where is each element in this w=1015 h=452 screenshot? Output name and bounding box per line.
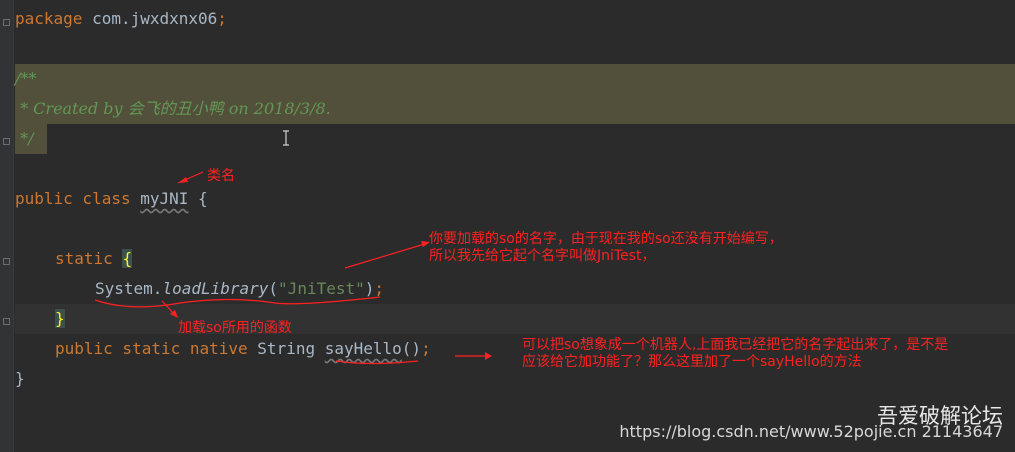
annotation-marks: [94, 171, 492, 365]
annotation-robot: 可以把so想象成一个机器人,上面我已经把它的名字起出来了，是不是 应该给它加功能…: [522, 337, 949, 370]
arrow-so-name: [344, 242, 429, 269]
code-editor[interactable]: package com.jwxdxnx06; /** * Created by …: [0, 0, 1015, 452]
underline-say-hello: [335, 360, 419, 365]
watermark-url: https://blog.csdn.net/www.52pojie.cn 211…: [619, 422, 1003, 441]
arrowhead-icon: [178, 177, 188, 183]
arrowhead-icon: [485, 352, 492, 360]
annotation-class-name: 类名: [207, 168, 235, 184]
annotation-load-function: 加载so所用的函数: [178, 320, 292, 336]
annotation-so-name: 你要加载的so的名字，由于现在我的so还没有开始编写， 所以我先给它起个名字叫做…: [429, 231, 783, 264]
underline-load-library: [94, 296, 381, 308]
